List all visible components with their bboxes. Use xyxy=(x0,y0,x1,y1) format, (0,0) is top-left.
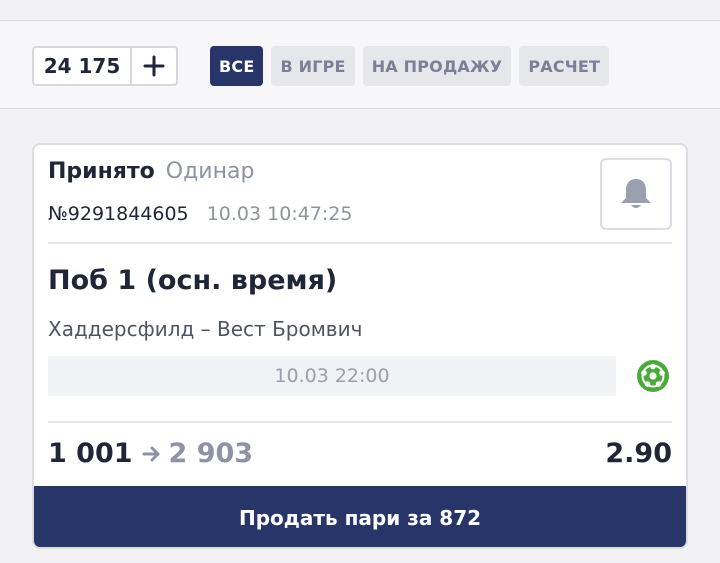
balance-box: 24 175 xyxy=(32,46,178,86)
bet-status: Принято xyxy=(48,159,155,184)
bet-status-line: Принято Одинар xyxy=(48,159,254,184)
arrow-right-icon xyxy=(142,446,160,461)
football-icon xyxy=(637,360,669,392)
divider-top xyxy=(48,242,672,244)
filter-all[interactable]: ВСЕ xyxy=(210,46,264,86)
filter-for-sale[interactable]: НА ПРОДАЖУ xyxy=(362,46,512,86)
bet-amounts: 1 001 2 903 xyxy=(48,438,253,469)
bet-time: 10.03 10:47:25 xyxy=(206,203,353,225)
event-date-text: 10.03 22:00 xyxy=(274,365,390,387)
bet-filter-tabs: ВСЕ В ИГРЕ НА ПРОДАЖУ РАСЧЕТ xyxy=(210,46,610,86)
bet-outcome: Поб 1 (осн. время) xyxy=(48,265,338,296)
event-date: 10.03 22:00 xyxy=(48,356,616,396)
filter-bar: 24 175 ВСЕ В ИГРЕ НА ПРОДАЖУ РАСЧЕТ xyxy=(0,22,720,109)
plus-icon xyxy=(143,55,165,77)
bet-type: Одинар xyxy=(165,159,255,184)
sell-bet-label: Продать пари за 872 xyxy=(238,505,482,530)
top-strip xyxy=(0,0,720,21)
balance-value: 24 175 xyxy=(43,54,121,78)
match-name[interactable]: Хаддерсфилд – Вест Бромвич xyxy=(48,317,362,341)
stake-amount: 1 001 xyxy=(48,438,133,469)
bell-icon xyxy=(621,179,651,208)
filter-live[interactable]: В ИГРЕ xyxy=(271,46,355,86)
bet-id: №9291844605 xyxy=(48,203,189,225)
payout-amount: 2 903 xyxy=(168,438,254,469)
bet-card: Принято Одинар №9291844605 10.03 10:47:2… xyxy=(32,143,688,549)
add-funds-button[interactable] xyxy=(132,48,176,84)
filter-settled[interactable]: РАСЧЕТ xyxy=(519,46,610,86)
notification-button[interactable] xyxy=(600,158,672,230)
coefficient: 2.90 xyxy=(605,438,672,469)
bet-id-line: №9291844605 10.03 10:47:25 xyxy=(48,203,352,225)
divider-bottom xyxy=(48,421,672,423)
sell-bet-button[interactable]: Продать пари за 872 xyxy=(34,486,686,547)
